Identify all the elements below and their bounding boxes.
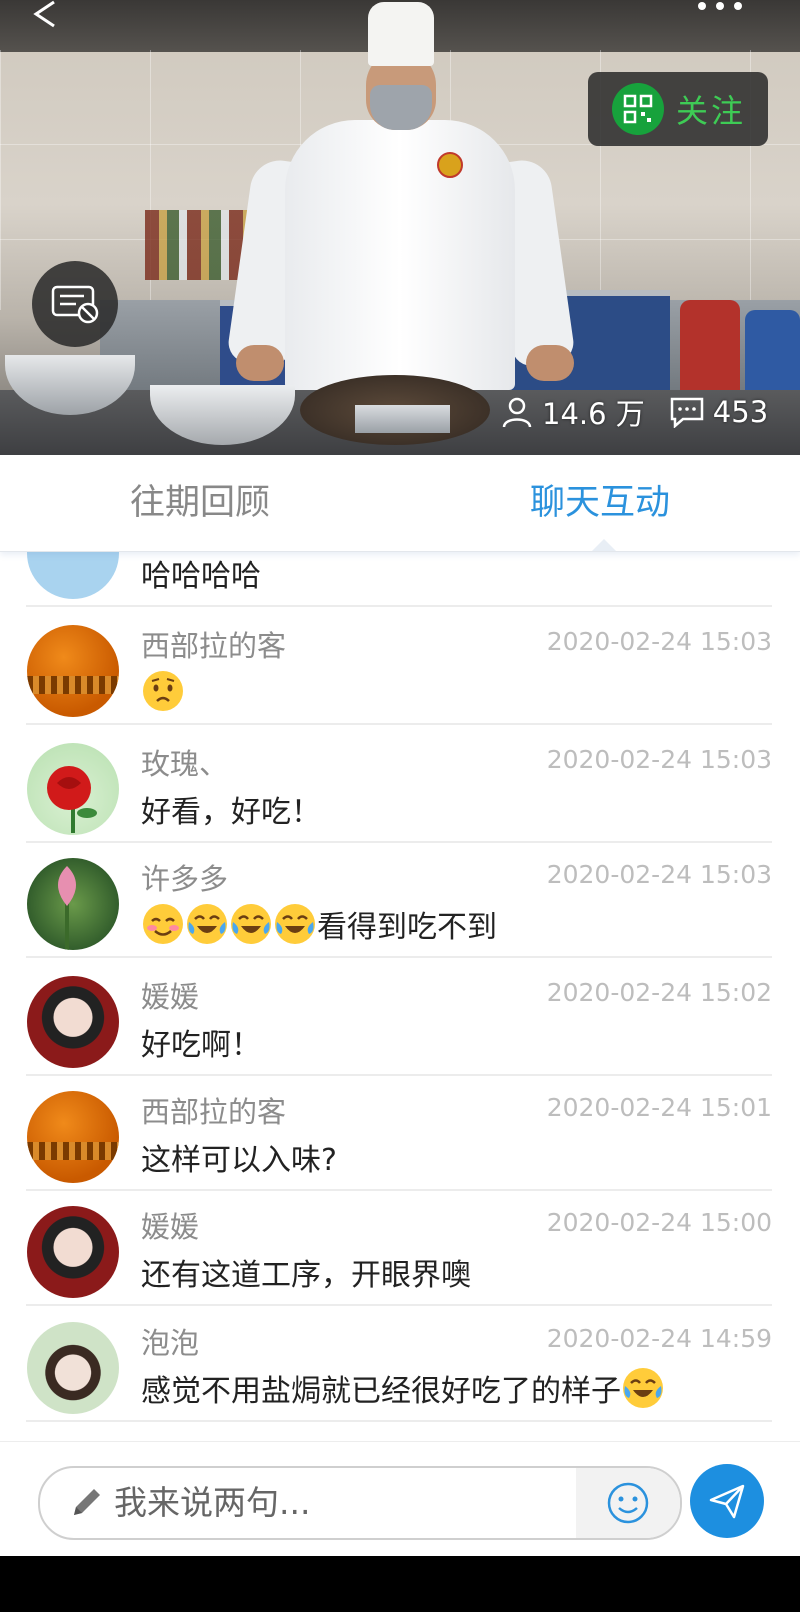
list-item: 媛媛 2020-02-24 15:02 好吃啊！: [0, 958, 800, 1076]
timestamp: 2020-02-24 15:01: [546, 1093, 772, 1122]
danmaku-toggle-button[interactable]: [32, 261, 118, 347]
timestamp: 2020-02-24 15:03: [546, 627, 772, 656]
back-button[interactable]: [28, 0, 68, 40]
qr-code-icon: [612, 83, 664, 135]
message-content: 好看，好吃！: [141, 787, 321, 831]
avatar[interactable]: [27, 858, 119, 950]
avatar[interactable]: [27, 976, 119, 1068]
message-text: 哈哈哈哈: [141, 559, 261, 594]
message-text: 好吃啊！: [141, 1028, 261, 1063]
lotus-icon: [58, 866, 76, 950]
message-content: 好吃啊！: [141, 1020, 261, 1064]
comment-input-placeholder: 我来说两句...: [114, 1483, 311, 1522]
list-item: 玫瑰、 2020-02-24 15:03 好看，好吃！: [0, 725, 800, 843]
message-content: [141, 669, 185, 713]
username[interactable]: 西部拉的客: [141, 1089, 286, 1131]
pencil-icon: [74, 1489, 100, 1515]
tears-of-joy-emoji-icon: [185, 902, 229, 946]
timestamp: 2020-02-24 15:02: [546, 978, 772, 1007]
message-content: 看得到吃不到: [141, 902, 497, 946]
rose-icon: [47, 766, 97, 833]
timestamp: 2020-02-24 14:59: [546, 1324, 772, 1353]
follow-label: 关注: [676, 92, 747, 130]
more-dots-icon: [698, 2, 742, 10]
timestamp: 2020-02-24 15:03: [546, 745, 772, 774]
list-item: 西部拉的客 2020-02-24 15:01 这样可以入味?: [0, 1073, 800, 1191]
tab-past-review[interactable]: 往期回顾: [100, 455, 300, 551]
username[interactable]: 西部拉的客: [141, 623, 286, 665]
username[interactable]: 媛媛: [141, 974, 199, 1016]
more-button[interactable]: [690, 0, 750, 14]
viewer-count: 14.6 万: [542, 397, 645, 431]
username[interactable]: 玫瑰、: [141, 741, 228, 783]
user-icon: [502, 397, 532, 428]
comment-icon: [670, 397, 704, 428]
message-text: 看得到吃不到: [317, 910, 497, 945]
list-item: 媛媛 2020-02-24 15:00 还有这道工序，开眼界噢: [0, 1188, 800, 1306]
live-video[interactable]: 关注 14.6 万 453: [0, 0, 800, 455]
avatar[interactable]: [27, 1322, 119, 1414]
message-text: 这样可以入味?: [141, 1143, 337, 1178]
follow-button[interactable]: 关注: [588, 72, 768, 146]
chat-list[interactable]: 哈哈哈哈 西部拉的客 2020-02-24 15:03 玫瑰、 2020-02-24 …: [0, 551, 800, 1441]
send-button[interactable]: [690, 1464, 764, 1538]
chevron-left-icon: [33, 0, 55, 28]
danmaku-off-icon: [51, 285, 99, 324]
live-stats: 14.6 万 453: [500, 392, 768, 432]
smiley-icon: [607, 1482, 649, 1524]
comment-input[interactable]: 我来说两句...: [38, 1466, 682, 1540]
list-item: 西部拉的客 2020-02-24 15:03: [0, 607, 800, 725]
worried-emoji-icon: [141, 669, 185, 713]
avatar[interactable]: [27, 743, 119, 835]
emoji-button[interactable]: [576, 1468, 680, 1538]
tab-active-indicator: [592, 539, 616, 551]
timestamp: 2020-02-24 15:00: [546, 1208, 772, 1237]
message-content: 这样可以入味?: [141, 1135, 337, 1179]
blush-emoji-icon: [141, 902, 185, 946]
username[interactable]: 媛媛: [141, 1204, 199, 1246]
avatar[interactable]: [27, 551, 119, 599]
tab-bar: 往期回顾 聊天互动: [0, 455, 800, 552]
list-item: 许多多 2020-02-24 15:03 看得到吃不到: [0, 840, 800, 958]
app-screen: 关注 14.6 万 453 往期回顾 聊天互动 哈哈哈哈 西部拉的客 2020-…: [0, 0, 800, 1556]
tears-of-joy-emoji-icon: [273, 902, 317, 946]
avatar[interactable]: [27, 1206, 119, 1298]
list-item: 泡泡 2020-02-24 14:59 感觉不用盐焗就已经很好吃了的样子: [0, 1304, 800, 1422]
timestamp: 2020-02-24 15:03: [546, 860, 772, 889]
username[interactable]: 泡泡: [141, 1320, 199, 1362]
comment-input-bar: 我来说两句...: [0, 1441, 800, 1556]
message-text: 感觉不用盐焗就已经很好吃了的样子: [141, 1374, 621, 1409]
message-text: 好看，好吃！: [141, 795, 321, 830]
avatar[interactable]: [27, 625, 119, 717]
comment-count: 453: [712, 395, 769, 429]
message-text: 还有这道工序，开眼界噢: [141, 1258, 471, 1293]
tab-chat-interaction[interactable]: 聊天互动: [500, 455, 700, 551]
avatar[interactable]: [27, 1091, 119, 1183]
send-plane-icon: [709, 1484, 745, 1519]
list-item: 哈哈哈哈: [0, 551, 800, 607]
tears-of-joy-emoji-icon: [621, 1366, 665, 1410]
username[interactable]: 许多多: [141, 856, 228, 898]
message-content: 还有这道工序，开眼界噢: [141, 1250, 471, 1294]
tears-of-joy-emoji-icon: [229, 902, 273, 946]
message-content: 感觉不用盐焗就已经很好吃了的样子: [141, 1366, 665, 1410]
